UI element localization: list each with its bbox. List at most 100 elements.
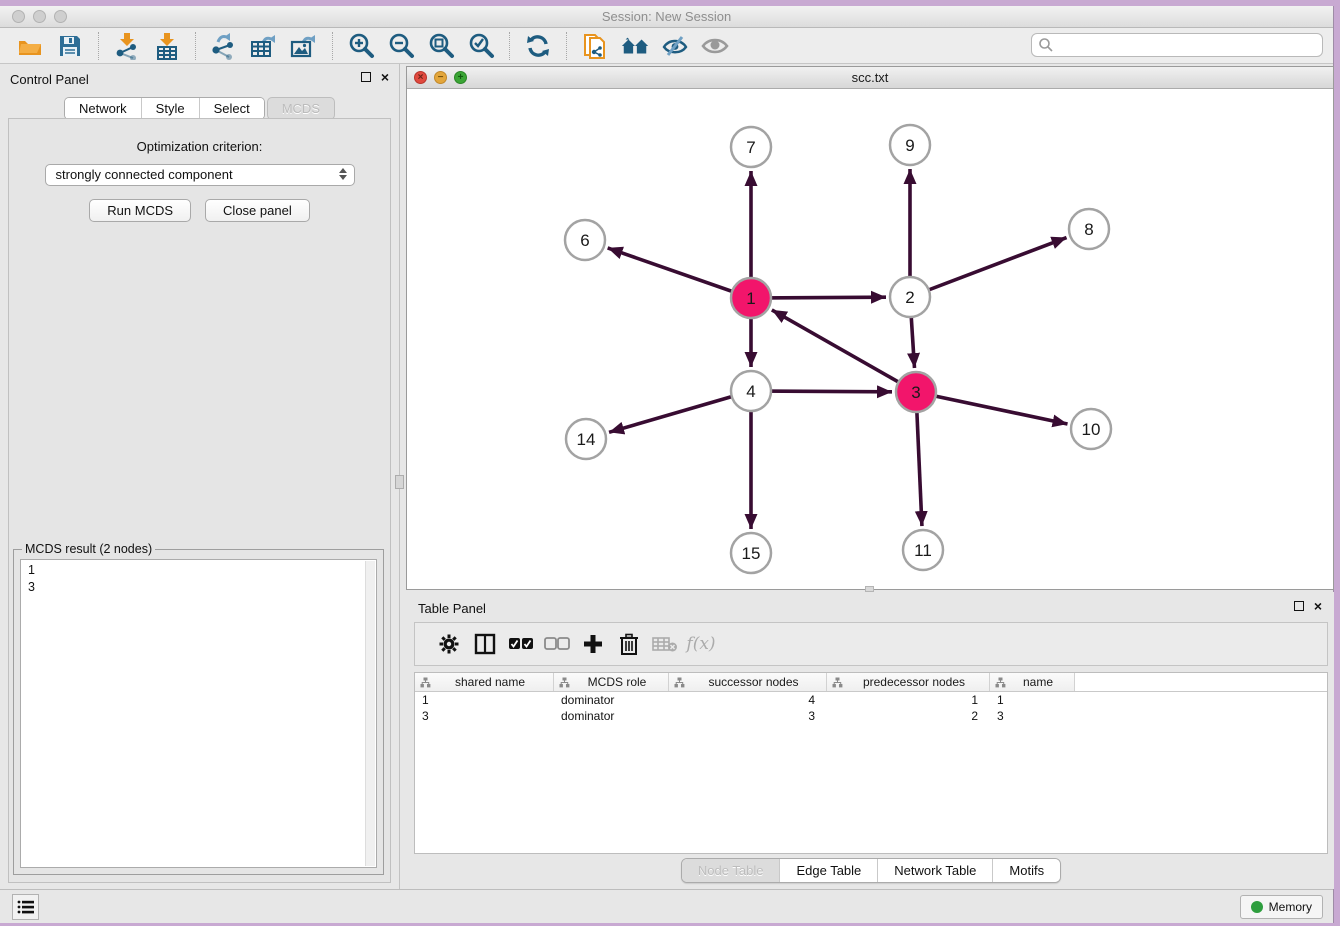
minimize-window-icon[interactable] [33, 10, 46, 23]
graph-edge-2-8[interactable] [910, 238, 1067, 297]
mcds-panel-body: Optimization criterion: strongly connect… [8, 118, 391, 883]
show-panels-button[interactable] [700, 31, 730, 61]
memory-button[interactable]: Memory [1240, 895, 1323, 919]
close-panel-button[interactable]: Close panel [205, 199, 310, 222]
network-graph: 7 9 6 8 1 2 4 3 14 10 15 11 [407, 89, 1333, 589]
graph-node-3[interactable]: 3 [896, 372, 936, 412]
delete-column-button[interactable] [611, 629, 647, 659]
open-session-button[interactable] [15, 31, 45, 61]
graph-node-9[interactable]: 9 [890, 125, 930, 165]
table-cell[interactable]: 1 [415, 692, 554, 708]
table-settings-button[interactable] [431, 629, 467, 659]
graph-node-6[interactable]: 6 [565, 220, 605, 260]
network-zoom-icon[interactable]: + [454, 71, 467, 84]
table-row[interactable]: 1dominator411 [415, 692, 1327, 708]
panel-splitter-grip[interactable] [395, 475, 404, 489]
zoom-in-button[interactable] [346, 31, 376, 61]
table-cell[interactable]: 4 [669, 692, 827, 708]
unchecked-boxes-icon [544, 637, 570, 651]
delete-table-button[interactable] [647, 629, 683, 659]
hide-panels-button[interactable] [660, 31, 690, 61]
export-table-button[interactable] [249, 31, 279, 61]
task-history-button[interactable] [12, 894, 39, 920]
table-cell[interactable]: 3 [990, 708, 1075, 724]
zoom-window-icon[interactable] [54, 10, 67, 23]
column-header-predecessor-nodes[interactable]: predecessor nodes [827, 673, 990, 691]
float-table-panel-icon[interactable] [1294, 601, 1304, 611]
graph-edge-4-14[interactable] [609, 391, 751, 432]
run-mcds-button[interactable]: Run MCDS [89, 199, 191, 222]
tab-select[interactable]: Select [200, 98, 264, 119]
column-header-label: shared name [431, 675, 553, 689]
tab-node-table[interactable]: Node Table [682, 859, 781, 882]
column-header-MCDS-role[interactable]: MCDS role [554, 673, 669, 691]
graph-edge-3-10[interactable] [916, 392, 1068, 424]
deselect-all-rows-button[interactable] [539, 629, 575, 659]
close-window-icon[interactable] [12, 10, 25, 23]
function-builder-button[interactable]: f(x) [683, 629, 719, 659]
import-network-button[interactable] [112, 31, 142, 61]
graph-edge-1-6[interactable] [608, 248, 751, 298]
graph-node-7[interactable]: 7 [731, 127, 771, 167]
zoom-selected-icon [467, 32, 495, 60]
home-view-button[interactable] [620, 31, 650, 61]
network-minimize-icon[interactable]: − [434, 71, 447, 84]
graph-node-10[interactable]: 10 [1071, 409, 1111, 449]
save-session-button[interactable] [55, 31, 85, 61]
tab-style[interactable]: Style [142, 98, 200, 119]
zoom-out-button[interactable] [386, 31, 416, 61]
zoom-fit-button[interactable] [426, 31, 456, 61]
table-cell[interactable]: 3 [669, 708, 827, 724]
table-cell[interactable]: 1 [990, 692, 1075, 708]
search-input[interactable] [1054, 34, 1322, 56]
criterion-selected-value: strongly connected component [56, 167, 233, 182]
column-header-successor-nodes[interactable]: successor nodes [669, 673, 827, 691]
mcds-result-scrollbar[interactable] [365, 561, 375, 866]
close-panel-icon[interactable]: × [381, 72, 389, 82]
table-cell[interactable]: 2 [827, 708, 990, 724]
network-close-icon[interactable]: × [414, 71, 427, 84]
tab-motifs[interactable]: Motifs [993, 859, 1060, 882]
tab-mcds[interactable]: MCDS [267, 97, 335, 120]
graph-edge-3-1[interactable] [772, 310, 916, 392]
graph-node-1[interactable]: 1 [731, 278, 771, 318]
duplicate-network-button[interactable] [580, 31, 610, 61]
toolbar-separator [195, 32, 196, 60]
graph-node-14[interactable]: 14 [566, 419, 606, 459]
criterion-select[interactable]: strongly connected component [45, 164, 355, 186]
refresh-button[interactable] [523, 31, 553, 61]
select-all-rows-button[interactable] [503, 629, 539, 659]
column-header-name[interactable]: name [990, 673, 1075, 691]
zoom-selected-button[interactable] [466, 31, 496, 61]
close-table-panel-icon[interactable]: × [1314, 601, 1322, 611]
tab-network[interactable]: Network [65, 98, 142, 119]
statusbar: Memory [0, 889, 1333, 923]
graph-node-11[interactable]: 11 [903, 530, 943, 570]
titlebar: Session: New Session [0, 6, 1333, 28]
graph-node-2[interactable]: 2 [890, 277, 930, 317]
houses-icon [620, 33, 650, 59]
show-column-panel-button[interactable] [467, 629, 503, 659]
tab-network-table[interactable]: Network Table [878, 859, 993, 882]
table-cell[interactable]: dominator [554, 692, 669, 708]
column-header-shared-name[interactable]: shared name [415, 673, 554, 691]
export-image-button[interactable] [289, 31, 319, 61]
graph-node-4[interactable]: 4 [731, 371, 771, 411]
table-row[interactable]: 3dominator323 [415, 708, 1327, 724]
import-network-icon [114, 32, 140, 60]
table-cell[interactable]: 3 [415, 708, 554, 724]
table-cell[interactable]: dominator [554, 708, 669, 724]
export-network-button[interactable] [209, 31, 239, 61]
graph-node-8[interactable]: 8 [1069, 209, 1109, 249]
graph-node-15[interactable]: 15 [731, 533, 771, 573]
svg-text:8: 8 [1084, 220, 1093, 239]
float-panel-icon[interactable] [361, 72, 371, 82]
table-cell[interactable]: 1 [827, 692, 990, 708]
network-canvas[interactable]: 7 9 6 8 1 2 4 3 14 10 15 11 [407, 89, 1333, 589]
control-panel-tabs: NetworkStyleSelect MCDS [0, 97, 399, 120]
svg-text:14: 14 [577, 430, 596, 449]
create-column-button[interactable] [575, 629, 611, 659]
mcds-result-textarea[interactable]: 13 [20, 559, 377, 868]
import-table-button[interactable] [152, 31, 182, 61]
tab-edge-table[interactable]: Edge Table [780, 859, 878, 882]
